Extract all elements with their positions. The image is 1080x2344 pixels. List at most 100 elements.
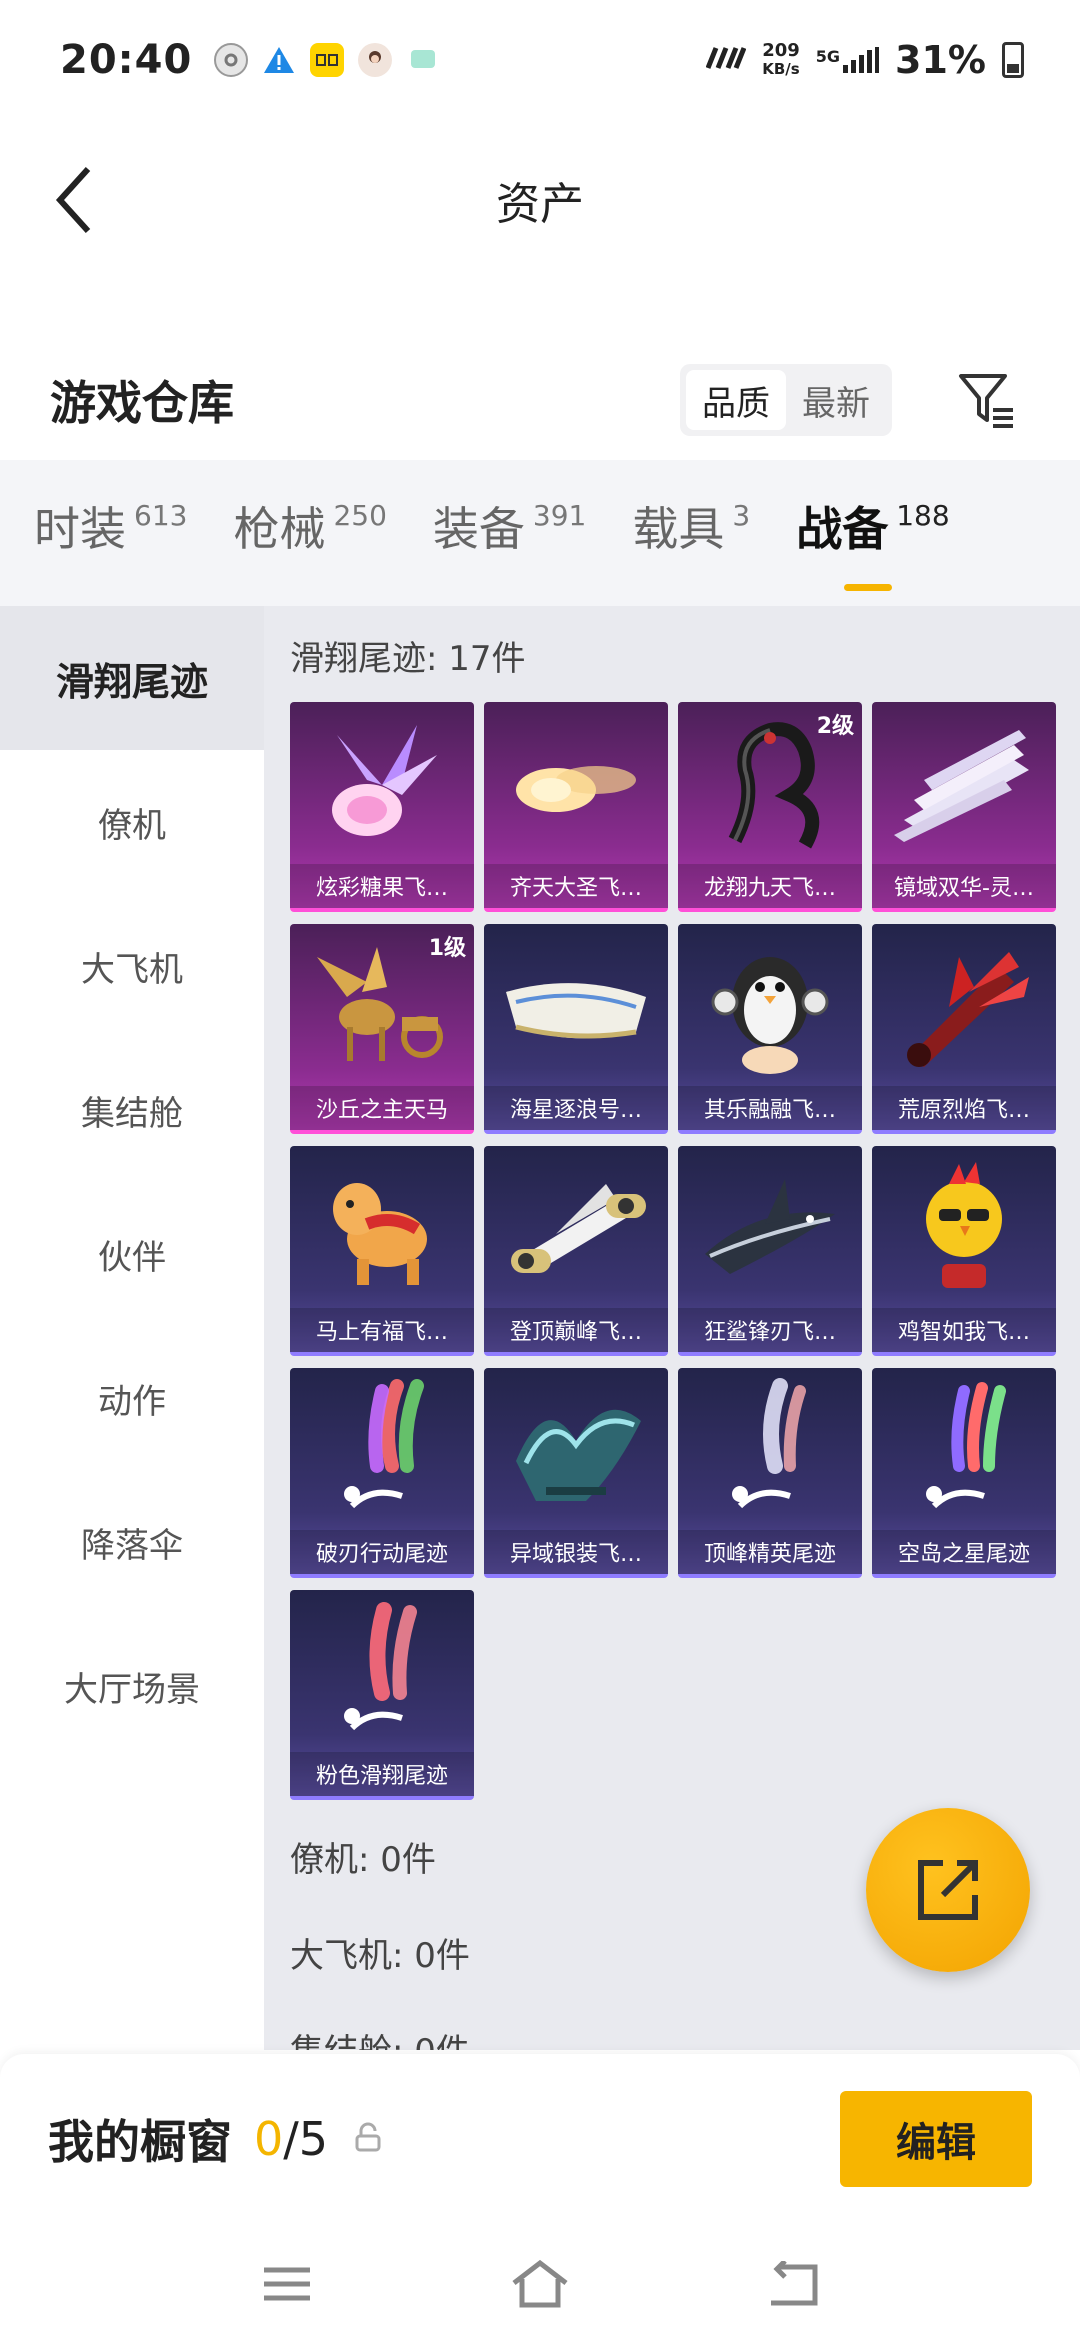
net-speed-unit: KB/s — [762, 60, 800, 78]
sort-toggle: 品质 最新 — [680, 364, 892, 436]
battery-percent: 31% — [895, 38, 986, 82]
item-name: 其乐融融飞… — [678, 1086, 862, 1130]
sidebar-item-wingman[interactable]: 僚机 — [0, 750, 264, 894]
menu-icon — [263, 2267, 310, 2301]
notification-icons — [214, 43, 440, 77]
item-card[interactable]: 狂鲨锋刃飞… — [678, 1146, 862, 1356]
item-name: 粉色滑翔尾迹 — [290, 1752, 474, 1796]
item-level-badge: 1级 — [428, 936, 466, 961]
tab-vehicles[interactable]: 载具 3 — [632, 493, 750, 573]
colorful-smoke-trail-icon — [872, 1368, 1056, 1534]
network-type: 5G — [815, 47, 841, 66]
item-name: 马上有福飞… — [290, 1308, 474, 1352]
item-name: 鸡智如我飞… — [872, 1308, 1056, 1352]
showcase-label: 我的橱窗 — [48, 2115, 232, 2169]
status-bar: 20:40 209 KB/s 5G 31% — [0, 0, 1080, 120]
item-card[interactable]: 荒原烈焰飞… — [872, 924, 1056, 1134]
back-arrow-icon — [55, 166, 91, 234]
sidebar-item-emote[interactable]: 动作 — [0, 1326, 264, 1470]
tab-count: 391 — [532, 499, 587, 532]
tab-equipment[interactable]: 装备 391 — [433, 493, 586, 573]
horse-toy-icon — [290, 1146, 474, 1312]
flame-glider-icon — [872, 924, 1056, 1090]
sidebar-item-glide-trail[interactable]: 滑翔尾迹 — [0, 606, 264, 750]
sidebar-item-companion[interactable]: 伙伴 — [0, 1182, 264, 1326]
sidebar-item-parachute[interactable]: 降落伞 — [0, 1470, 264, 1614]
home-nav-button[interactable] — [495, 2249, 585, 2319]
tab-fashion[interactable]: 时装 613 — [34, 493, 187, 573]
warehouse-header: 游戏仓库 品质 最新 — [0, 340, 1080, 460]
item-card[interactable]: 顶峰精英尾迹 — [678, 1368, 862, 1578]
sort-newest-button[interactable]: 最新 — [786, 370, 886, 430]
item-name: 镜域双华-灵… — [872, 864, 1056, 908]
sidebar: 滑翔尾迹 僚机 大飞机 集结舱 伙伴 动作 降落伞 大厅场景 — [0, 606, 264, 2050]
tab-combat-gear[interactable]: 战备 188 — [796, 493, 950, 591]
item-card[interactable]: 粉色滑翔尾迹 — [290, 1590, 474, 1800]
sidebar-item-assembly-pod[interactable]: 集结舱 — [0, 1038, 264, 1182]
pink-smoke-trail-icon — [290, 1590, 474, 1756]
tab-count: 188 — [896, 499, 950, 532]
chicken-glider-icon — [872, 1146, 1056, 1312]
tab-count: 250 — [333, 499, 387, 532]
menu-nav-button[interactable] — [242, 2249, 332, 2319]
item-card[interactable]: 海星逐浪号… — [484, 924, 668, 1134]
back-button[interactable] — [44, 160, 104, 240]
edit-button[interactable]: 编辑 — [840, 2091, 1032, 2187]
silver-wing-glider-icon — [484, 1368, 668, 1534]
filter-icon — [959, 374, 1013, 428]
item-card[interactable]: 马上有福飞… — [290, 1146, 474, 1356]
back-nav-button[interactable] — [748, 2249, 838, 2319]
status-time: 20:40 — [60, 37, 193, 83]
showcase-total: /5 — [283, 2112, 329, 2166]
warning-icon — [262, 43, 296, 77]
tab-count: 3 — [732, 499, 751, 532]
item-card[interactable]: 鸡智如我飞… — [872, 1146, 1056, 1356]
app-notification-icon — [310, 43, 345, 77]
tab-label: 载具 — [632, 502, 725, 556]
penguin-glider-icon — [678, 924, 862, 1090]
home-icon — [512, 2259, 568, 2308]
net-speed: 209 KB/s — [762, 40, 800, 79]
tab-label: 时装 — [34, 502, 126, 556]
battery-icon — [1002, 42, 1024, 78]
showcase-bar: 我的橱窗 0/5 编辑 — [0, 2054, 1080, 2224]
share-button[interactable] — [866, 1808, 1030, 1972]
category-tabs: 时装 613 枪械 250 装备 391 载具 3 战备 188 — [0, 460, 1080, 606]
showcase-count: 0/5 — [254, 2112, 328, 2166]
tab-label: 枪械 — [233, 502, 326, 556]
item-card[interactable]: 1级 沙丘之主天马 — [290, 924, 474, 1134]
signal-icon: 5G — [815, 47, 880, 73]
item-grid: 炫彩糖果飞… 齐天大圣飞… 2级 龙翔九天飞… 镜域双华-灵… 1级 沙丘之主天马 海星逐浪号… — [290, 702, 1080, 1800]
item-name: 顶峰精英尾迹 — [678, 1530, 862, 1574]
section-assembly-pod-title: 集结舱: 0件 — [290, 2000, 1080, 2051]
sort-quality-button[interactable]: 品质 — [686, 370, 786, 430]
net-speed-value: 209 — [762, 40, 800, 61]
white-smoke-trail-icon — [678, 1368, 862, 1534]
item-card[interactable]: 空岛之星尾迹 — [872, 1368, 1056, 1578]
item-card[interactable]: 登顶巅峰飞… — [484, 1146, 668, 1356]
cloud-glider-icon — [484, 702, 668, 868]
title-bar: 资产 — [0, 130, 1080, 270]
item-name: 炫彩糖果飞… — [290, 864, 474, 908]
item-card[interactable]: 破刃行动尾迹 — [290, 1368, 474, 1578]
sidebar-item-lobby-scene[interactable]: 大厅场景 — [0, 1614, 264, 1758]
system-nav-bar — [0, 2224, 1080, 2344]
candy-glider-icon — [290, 702, 474, 868]
rainbow-smoke-trail-icon — [290, 1368, 474, 1534]
item-name: 破刃行动尾迹 — [290, 1530, 474, 1574]
item-card[interactable]: 镜域双华-灵… — [872, 702, 1056, 912]
page-title: 资产 — [496, 179, 584, 230]
item-card[interactable]: 2级 龙翔九天飞… — [678, 702, 862, 912]
showcase-current: 0 — [254, 2112, 284, 2166]
item-card[interactable]: 异域银装飞… — [484, 1368, 668, 1578]
item-card[interactable]: 齐天大圣飞… — [484, 702, 668, 912]
tab-count: 613 — [134, 499, 188, 532]
sidebar-list: 僚机 大飞机 集结舱 伙伴 动作 降落伞 大厅场景 — [0, 750, 264, 1758]
filter-button[interactable] — [952, 365, 1022, 435]
share-icon — [918, 1860, 978, 1920]
message-notification-icon — [406, 43, 440, 77]
tab-firearms[interactable]: 枪械 250 — [233, 493, 386, 573]
item-card[interactable]: 炫彩糖果飞… — [290, 702, 474, 912]
sidebar-item-big-plane[interactable]: 大飞机 — [0, 894, 264, 1038]
item-card[interactable]: 其乐融融飞… — [678, 924, 862, 1134]
